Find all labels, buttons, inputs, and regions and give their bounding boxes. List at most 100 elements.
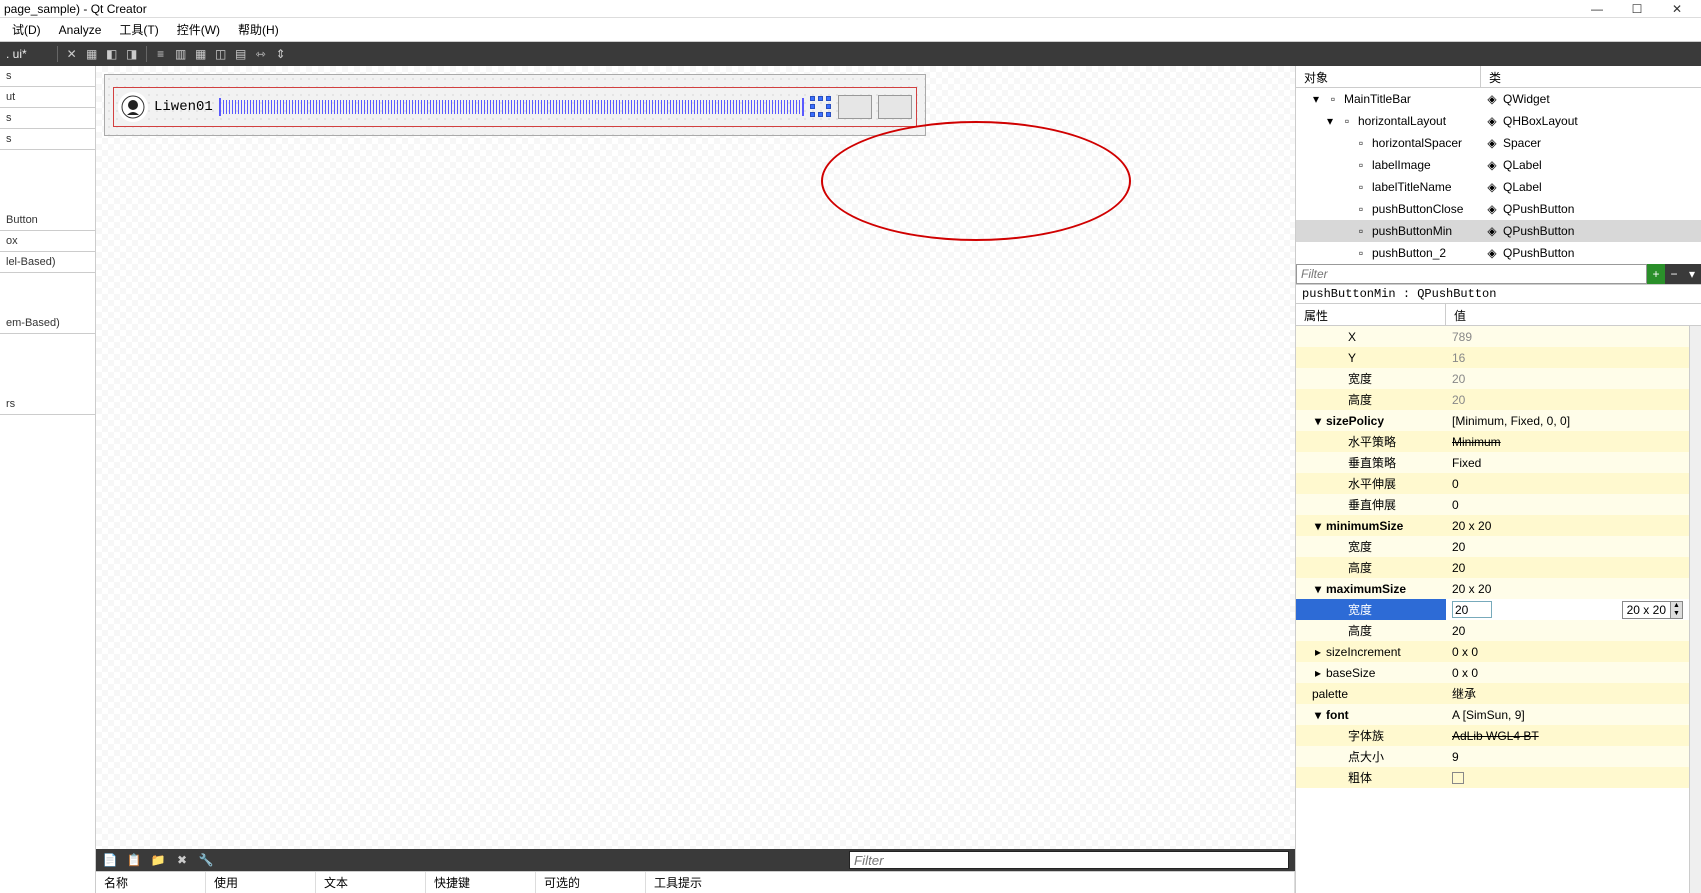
pushbutton-preview[interactable] [838, 95, 872, 119]
copy-icon[interactable]: 📋 [126, 852, 142, 868]
chevron-down-icon[interactable]: ▾ [1310, 93, 1322, 105]
close-icon[interactable]: ✕ [1657, 0, 1697, 18]
property-row[interactable]: 字体族AdLib WGL4 BT [1296, 725, 1689, 746]
wb-item[interactable]: em-Based) [0, 313, 95, 334]
property-row[interactable]: ▾fontA [SimSun, 9] [1296, 704, 1689, 725]
split-v-icon[interactable]: ⇕ [273, 46, 289, 62]
spin-up-icon[interactable]: ▲ [1671, 602, 1682, 610]
chevron-down-icon[interactable]: ▾ [1312, 583, 1324, 595]
property-row[interactable]: ▾minimumSize20 x 20 [1296, 515, 1689, 536]
property-row[interactable]: ▾maximumSize20 x 20 [1296, 578, 1689, 599]
col-checkable[interactable]: 可选的 [536, 872, 646, 893]
spin-down-icon[interactable]: ▼ [1671, 610, 1682, 618]
property-row[interactable]: ▸baseSize0 x 0 [1296, 662, 1689, 683]
spinbox[interactable]: 20 x 20▲▼ [1622, 601, 1683, 619]
menu-tools[interactable]: 工具(T) [111, 19, 166, 40]
layout2-icon[interactable]: ◨ [124, 46, 140, 62]
object-tree-row[interactable]: ▾▫MainTitleBar◈QWidget [1296, 88, 1701, 110]
col-shortcut[interactable]: 快捷键 [426, 872, 536, 893]
property-list[interactable]: X789Y16宽度20高度20▾sizePolicy[Minimum, Fixe… [1296, 326, 1689, 893]
col-value[interactable]: 值 [1446, 304, 1701, 325]
layout-icon[interactable]: ◧ [104, 46, 120, 62]
checkbox[interactable] [1452, 772, 1464, 784]
property-row[interactable]: 垂直策略Fixed [1296, 452, 1689, 473]
col-class[interactable]: 类 [1481, 66, 1509, 87]
property-row[interactable]: 垂直伸展0 [1296, 494, 1689, 515]
object-tree-row[interactable]: ▫horizontalSpacer◈Spacer [1296, 132, 1701, 154]
close-tab-icon[interactable]: ✕ [64, 46, 80, 62]
menu-help[interactable]: 帮助(H) [230, 19, 287, 40]
file-icon[interactable]: 📄 [102, 852, 118, 868]
col-used[interactable]: 使用 [206, 872, 316, 893]
hlayout-icon[interactable]: ≡ [153, 46, 169, 62]
tab-label[interactable]: . ui* [6, 47, 27, 61]
pushbutton-preview[interactable] [878, 95, 912, 119]
property-row[interactable]: 高度20 [1296, 389, 1689, 410]
chevron-down-icon[interactable]: ▾ [1312, 520, 1324, 532]
property-row[interactable]: 高度20 [1296, 620, 1689, 641]
property-row[interactable]: ▸sizeIncrement0 x 0 [1296, 641, 1689, 662]
delete-icon[interactable]: ✖ [174, 852, 190, 868]
object-tree-row[interactable]: ▫pushButtonClose◈QPushButton [1296, 198, 1701, 220]
menu-analyze[interactable]: Analyze [51, 21, 110, 39]
grid2-icon[interactable]: ▤ [233, 46, 249, 62]
grid-icon[interactable]: ▦ [193, 46, 209, 62]
property-row[interactable]: 宽度20 [1296, 368, 1689, 389]
wb-item[interactable]: rs [0, 394, 95, 415]
object-tree-row[interactable]: ▾▫horizontalLayout◈QHBoxLayout [1296, 110, 1701, 132]
split-h-icon[interactable]: ⇿ [253, 46, 269, 62]
chevron-right-icon[interactable]: ▸ [1312, 646, 1324, 658]
form-widget[interactable]: Liwen01 [104, 74, 926, 136]
selection-handles[interactable] [810, 96, 832, 118]
add-property-icon[interactable]: + [1647, 264, 1665, 284]
property-row[interactable]: palette继承 [1296, 683, 1689, 704]
object-tree-row[interactable]: ▫labelImage◈QLabel [1296, 154, 1701, 176]
col-tooltip[interactable]: 工具提示 [646, 872, 1295, 893]
property-row[interactable]: 宽度20 x 20▲▼ [1296, 599, 1689, 620]
vlayout-icon[interactable]: ▥ [173, 46, 189, 62]
object-tree-row[interactable]: ▫labelTitleName◈QLabel [1296, 176, 1701, 198]
col-name[interactable]: 名称 [96, 872, 206, 893]
object-tree[interactable]: ▾▫MainTitleBar◈QWidget▾▫horizontalLayout… [1296, 88, 1701, 264]
form-icon[interactable]: ◫ [213, 46, 229, 62]
wb-item[interactable]: s [0, 129, 95, 150]
minimize-icon[interactable]: — [1577, 0, 1617, 18]
col-text[interactable]: 文本 [316, 872, 426, 893]
property-row[interactable]: Y16 [1296, 347, 1689, 368]
property-value-input[interactable] [1452, 601, 1492, 618]
chevron-down-icon[interactable]: ▾ [1312, 709, 1324, 721]
object-tree-row[interactable]: ▫pushButtonMin◈QPushButton [1296, 220, 1701, 242]
folder-icon[interactable]: 📁 [150, 852, 166, 868]
property-row[interactable]: 高度20 [1296, 557, 1689, 578]
chevron-right-icon[interactable]: ▸ [1312, 667, 1324, 679]
property-row[interactable]: 粗体 [1296, 767, 1689, 788]
property-row[interactable]: 水平策略Minimum [1296, 431, 1689, 452]
edit-icon[interactable]: ▦ [84, 46, 100, 62]
menu-widgets[interactable]: 控件(W) [169, 19, 228, 40]
chevron-down-icon[interactable]: ▾ [1324, 115, 1336, 127]
scrollbar[interactable] [1689, 326, 1701, 893]
menu-debug[interactable]: 试(D) [4, 19, 49, 40]
wb-item[interactable]: s [0, 66, 95, 87]
remove-property-icon[interactable]: − [1665, 264, 1683, 284]
wb-item[interactable]: ut [0, 87, 95, 108]
property-filter-input[interactable] [1296, 264, 1647, 284]
col-object[interactable]: 对象 [1296, 66, 1481, 87]
hlayout-outline[interactable]: Liwen01 [113, 87, 917, 127]
settings-property-icon[interactable]: ▾ [1683, 264, 1701, 284]
property-row[interactable]: 点大小9 [1296, 746, 1689, 767]
action-filter-input[interactable] [849, 851, 1289, 869]
col-property[interactable]: 属性 [1296, 304, 1446, 325]
property-row[interactable]: 宽度20 [1296, 536, 1689, 557]
design-canvas[interactable]: Liwen01 [96, 66, 1295, 849]
property-row[interactable]: ▾sizePolicy[Minimum, Fixed, 0, 0] [1296, 410, 1689, 431]
wrench-icon[interactable]: 🔧 [198, 852, 214, 868]
wb-item[interactable]: s [0, 108, 95, 129]
chevron-down-icon[interactable]: ▾ [1312, 415, 1324, 427]
wb-item[interactable]: lel-Based) [0, 252, 95, 273]
property-row[interactable]: 水平伸展0 [1296, 473, 1689, 494]
property-row[interactable]: X789 [1296, 326, 1689, 347]
hspacer-preview[interactable] [219, 100, 804, 114]
object-tree-row[interactable]: ▫pushButton_2◈QPushButton [1296, 242, 1701, 264]
wb-item[interactable]: Button [0, 210, 95, 231]
